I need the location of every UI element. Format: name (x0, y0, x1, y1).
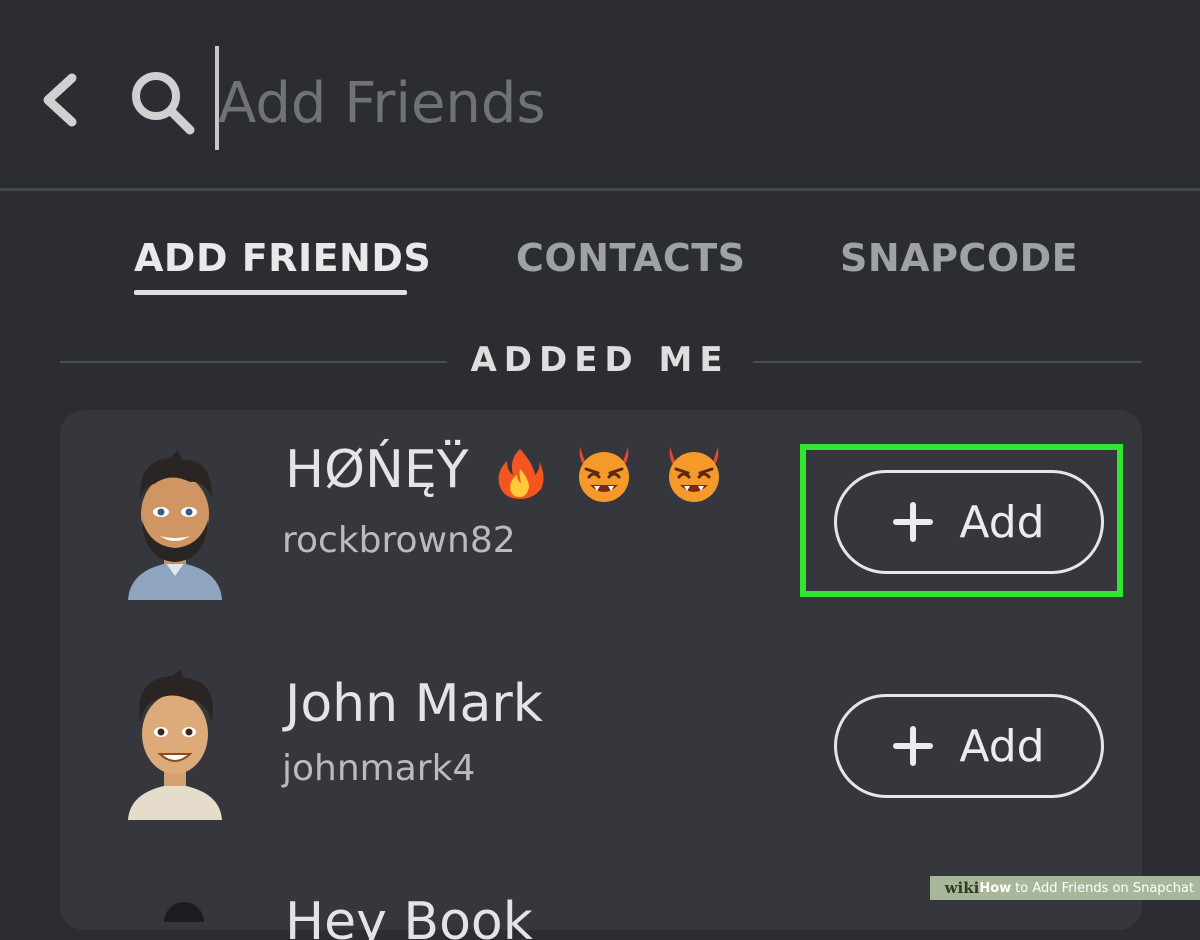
magnifier-icon (132, 72, 195, 135)
active-tab-indicator (134, 290, 407, 295)
add-friend-button[interactable]: Add (834, 470, 1104, 574)
chevron-left-icon[interactable] (34, 70, 90, 130)
username: rockbrown82 (282, 520, 516, 561)
top-bar (0, 0, 1200, 188)
display-name: Hey Book (285, 892, 533, 940)
search-input[interactable] (218, 58, 918, 148)
watermark: wiki How to Add Friends on Snapchat (930, 876, 1200, 900)
smiling-devil-icon (669, 447, 720, 502)
tab-add-friends[interactable]: ADD FRIENDS (134, 236, 431, 280)
display-name: HØŃĘŸ (285, 440, 726, 503)
add-button-label: Add (959, 496, 1045, 548)
friends-list: HØŃĘŸ rockbrown82 Add John Mark johnmark… (60, 410, 1142, 940)
add-button-label: Add (959, 720, 1045, 772)
plus-icon (893, 726, 934, 766)
watermark-how: How (979, 880, 1012, 896)
section-divider-left (60, 361, 447, 363)
section-divider-right (753, 361, 1142, 363)
bitmoji-avatar (164, 902, 204, 922)
tab-snapcode[interactable]: SNAPCODE (840, 236, 1078, 280)
add-friend-button[interactable]: Add (834, 694, 1104, 798)
smiling-devil-icon (578, 447, 629, 502)
fire-icon (498, 449, 544, 499)
display-name: John Mark (285, 674, 543, 734)
watermark-brand: wiki (944, 879, 980, 897)
watermark-title: to Add Friends on Snapchat (1015, 880, 1194, 896)
section-title: ADDED ME (470, 340, 730, 380)
list-item: John Mark johnmark4 Add (60, 640, 1142, 840)
tab-contacts[interactable]: CONTACTS (516, 236, 746, 280)
plus-icon (893, 502, 934, 542)
username: johnmark4 (282, 748, 476, 789)
header-divider (0, 188, 1200, 191)
list-item: HØŃĘŸ rockbrown82 Add (60, 410, 1142, 610)
bitmoji-avatar (128, 670, 222, 820)
bitmoji-avatar (128, 450, 222, 600)
